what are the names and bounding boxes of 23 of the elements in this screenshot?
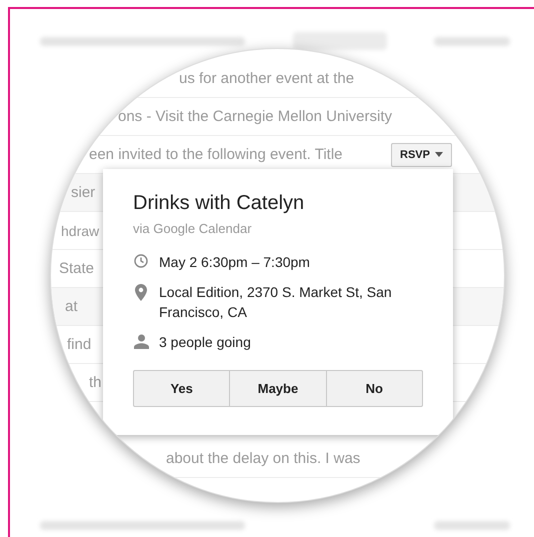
event-source: via Google Calendar <box>133 221 253 236</box>
email-snippet: us for another event at the <box>179 70 354 87</box>
response-button[interactable]: No <box>326 370 423 407</box>
email-snippet: sier <box>71 184 96 201</box>
person-icon <box>134 334 148 349</box>
event-detail: May 2 6:30pm – 7:30pm <box>159 253 311 272</box>
email-snippet: th <box>89 374 102 391</box>
event-detail: Local Edition, 2370 S. Market St, San Francisco, CA <box>159 283 393 322</box>
map-pin-icon <box>135 284 147 301</box>
email-snippet: een invited to the following event. Title <box>89 146 342 163</box>
email-snippet: at <box>65 298 78 315</box>
caret-icon <box>435 152 443 157</box>
email-snippet: hdraw <box>61 222 100 238</box>
email-snippet: State <box>59 260 94 277</box>
rsvp-button[interactable]: RSVP <box>391 142 452 166</box>
event-title: Drinks with Catelyn <box>133 191 306 215</box>
response-button[interactable]: Yes <box>133 370 230 407</box>
email-snippet: find <box>67 336 92 353</box>
response-button[interactable]: Maybe <box>230 370 327 407</box>
email-snippet: about the delay on this. I was <box>166 450 360 467</box>
clock-icon <box>134 254 148 268</box>
email-snippet: ons - Visit the Carnegie Mellon University <box>118 108 392 125</box>
event-detail: 3 people going <box>159 333 252 352</box>
